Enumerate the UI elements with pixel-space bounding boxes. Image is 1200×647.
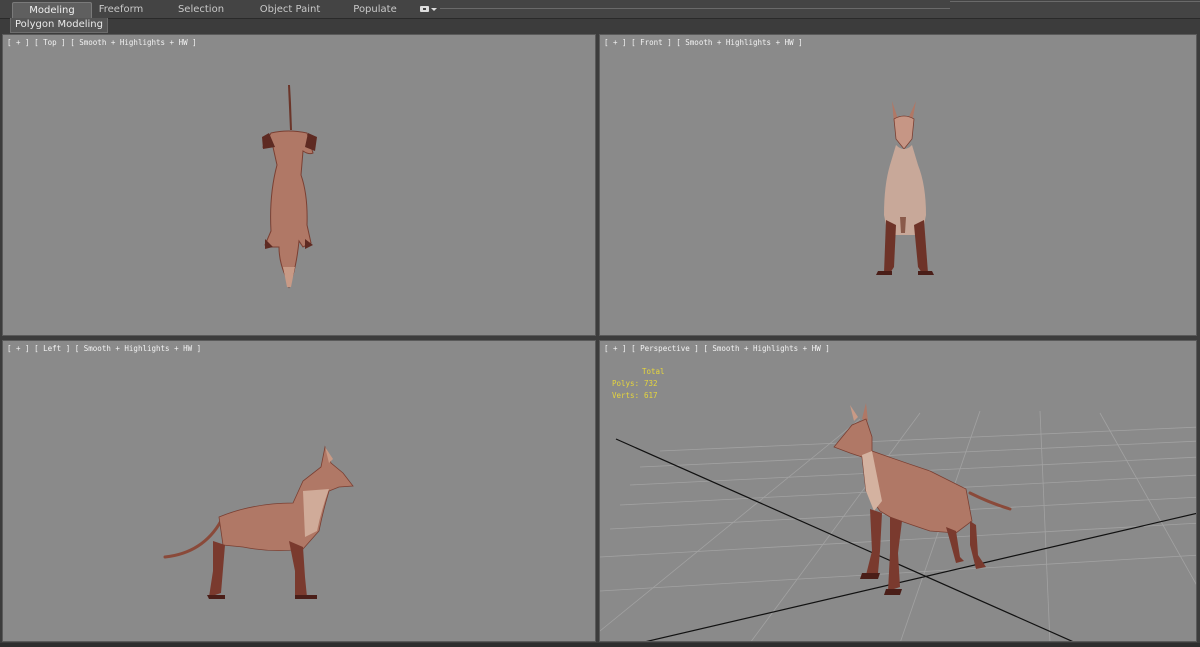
tab-populate[interactable]: Populate — [345, 2, 405, 17]
camera-lens — [423, 8, 426, 10]
perspective-grid-and-dog — [600, 403, 1196, 641]
dog-front-view — [876, 101, 934, 275]
ribbon-options-dropdown[interactable] — [418, 4, 438, 15]
ribbon-divider-right — [950, 1, 1200, 2]
viewport-perspective[interactable]: [ + ] [ Perspective ] [ Smooth + Highlig… — [599, 340, 1197, 642]
axis-line-y — [645, 512, 1196, 641]
ribbon-bar: Modeling Freeform Selection Object Paint… — [0, 0, 1200, 19]
tab-object-paint[interactable]: Object Paint — [250, 2, 330, 17]
dog-perspective — [833, 403, 1012, 595]
ribbon-divider — [440, 8, 950, 9]
status-strip — [0, 643, 1200, 647]
tab-modeling[interactable]: Modeling — [12, 2, 92, 18]
dog-left-view — [163, 445, 354, 599]
chevron-down-icon — [431, 8, 437, 11]
subtab-polygon-modeling[interactable]: Polygon Modeling — [10, 18, 108, 33]
dog-top-view — [262, 84, 317, 289]
tab-selection[interactable]: Selection — [170, 2, 232, 17]
tab-freeform[interactable]: Freeform — [90, 2, 152, 17]
viewport-left[interactable]: [ + ] [ Left ] [ Smooth + Highlights + H… — [2, 340, 596, 642]
viewport-top[interactable]: [ + ] [ Top ] [ Smooth + Highlights + HW… — [2, 34, 596, 336]
viewport-front[interactable]: [ + ] [ Front ] [ Smooth + Highlights + … — [599, 34, 1197, 336]
axis-line-x — [615, 438, 1073, 641]
